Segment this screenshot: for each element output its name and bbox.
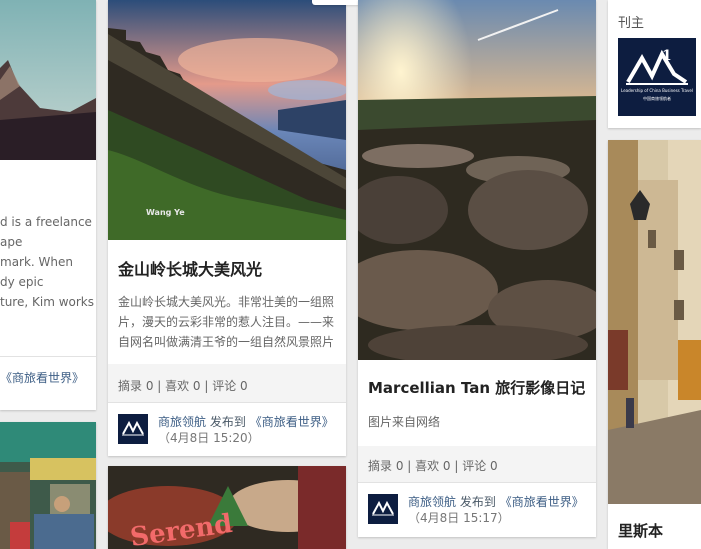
card-title[interactable]: Marcellian Tan 旅行影像日记 (368, 377, 585, 398)
logo-subtext: 中国商旅领航者 (643, 96, 671, 101)
board-link[interactable]: 《商旅看世界》 (250, 415, 334, 429)
market-photo[interactable] (0, 422, 96, 549)
posted-to-label: 发布到 (459, 495, 496, 509)
desc-line: dy epic (0, 275, 44, 289)
stats-bar: 摘录 0 | 喜欢 0 | 评论 0 (108, 364, 346, 402)
divider (0, 356, 96, 357)
pin-card-left-partial[interactable]: d is a freelance ape mark. When dy epic … (0, 0, 96, 410)
card-title[interactable]: 金山岭长城大美风光 (118, 256, 262, 280)
post-time: （4月8日 15:20） (158, 431, 260, 445)
card-description: 图片来自网络 (368, 415, 441, 429)
brand-logo-icon (118, 414, 148, 444)
logo-text: Leadership of China Business Travel (621, 88, 693, 93)
board-link[interactable]: 《商旅看世界》 (500, 495, 584, 509)
stats-text[interactable]: 摘录 0 | 喜欢 0 | 评论 0 (368, 457, 498, 474)
author-avatar[interactable] (118, 414, 148, 444)
desc-line: ture, Kim works (0, 295, 94, 309)
lisbon-street-photo[interactable] (608, 140, 701, 504)
stats-bar: 摘录 0 | 喜欢 0 | 评论 0 (358, 446, 596, 482)
card-description: 金山岭长城大美风光。非常壮美的一组照 片，漫天的云彩非常的惹人注目。——来 自网… (118, 292, 340, 352)
desc-line: d is a freelance (0, 215, 92, 229)
post-time: （4月8日 15:17） (408, 511, 510, 525)
desc-line: ape (0, 235, 23, 249)
divider (108, 402, 346, 403)
desc-line: 金山岭长城大美风光。非常壮美的一组照 (118, 295, 335, 309)
board-owner-card: 刊主 1 Leadership of China Business Travel… (608, 0, 701, 128)
svg-text:1: 1 (662, 48, 672, 64)
great-wall-photo[interactable]: Wang Ye (108, 0, 346, 240)
board-link[interactable]: 《商旅看世界》 (0, 370, 84, 386)
author-avatar[interactable] (368, 494, 398, 524)
rocks-photo[interactable] (358, 0, 596, 360)
mountain-photo[interactable] (0, 0, 96, 160)
desc-line: mark. When (0, 255, 74, 269)
card-title[interactable]: 里斯本 (618, 520, 663, 541)
stats-text[interactable]: 摘录 0 | 喜欢 0 | 评论 0 (118, 377, 248, 394)
pin-card-lisbon[interactable]: 里斯本 (608, 140, 701, 549)
board-owner-label: 刊主 (618, 16, 645, 31)
desc-line: 片，漫天的云彩非常的惹人注目。——来 (118, 315, 335, 329)
brand-logo-icon (368, 494, 398, 524)
divider (358, 482, 596, 483)
pin-card-left-bottom[interactable] (0, 422, 96, 549)
author-line: 商旅领航 发布到 《商旅看世界》 （4月8日 15:20） (158, 414, 334, 446)
pin-card-marcellian[interactable]: Marcellian Tan 旅行影像日记 图片来自网络 摘录 0 | 喜欢 0… (358, 0, 596, 537)
pin-card-bottom-middle[interactable]: Serend (108, 466, 346, 549)
author-name-link[interactable]: 商旅领航 (408, 495, 456, 509)
pin-card-great-wall[interactable]: Wang Ye 金山岭长城大美风光 金山岭长城大美风光。非常壮美的一组照 片，漫… (108, 0, 346, 456)
author-line: 商旅领航 发布到 《商旅看世界》 （4月8日 15:17） (408, 494, 584, 526)
desc-line: 自网名叫做满清王爷的一组自然风景照片 (118, 335, 335, 349)
board-owner-avatar[interactable]: 1 Leadership of China Business Travel 中国… (618, 38, 696, 116)
photo-watermark: Wang Ye (146, 208, 185, 217)
author-name-link[interactable]: 商旅领航 (158, 415, 206, 429)
card-description: d is a freelance ape mark. When dy epic … (0, 212, 96, 312)
posted-to-label: 发布到 (209, 415, 246, 429)
